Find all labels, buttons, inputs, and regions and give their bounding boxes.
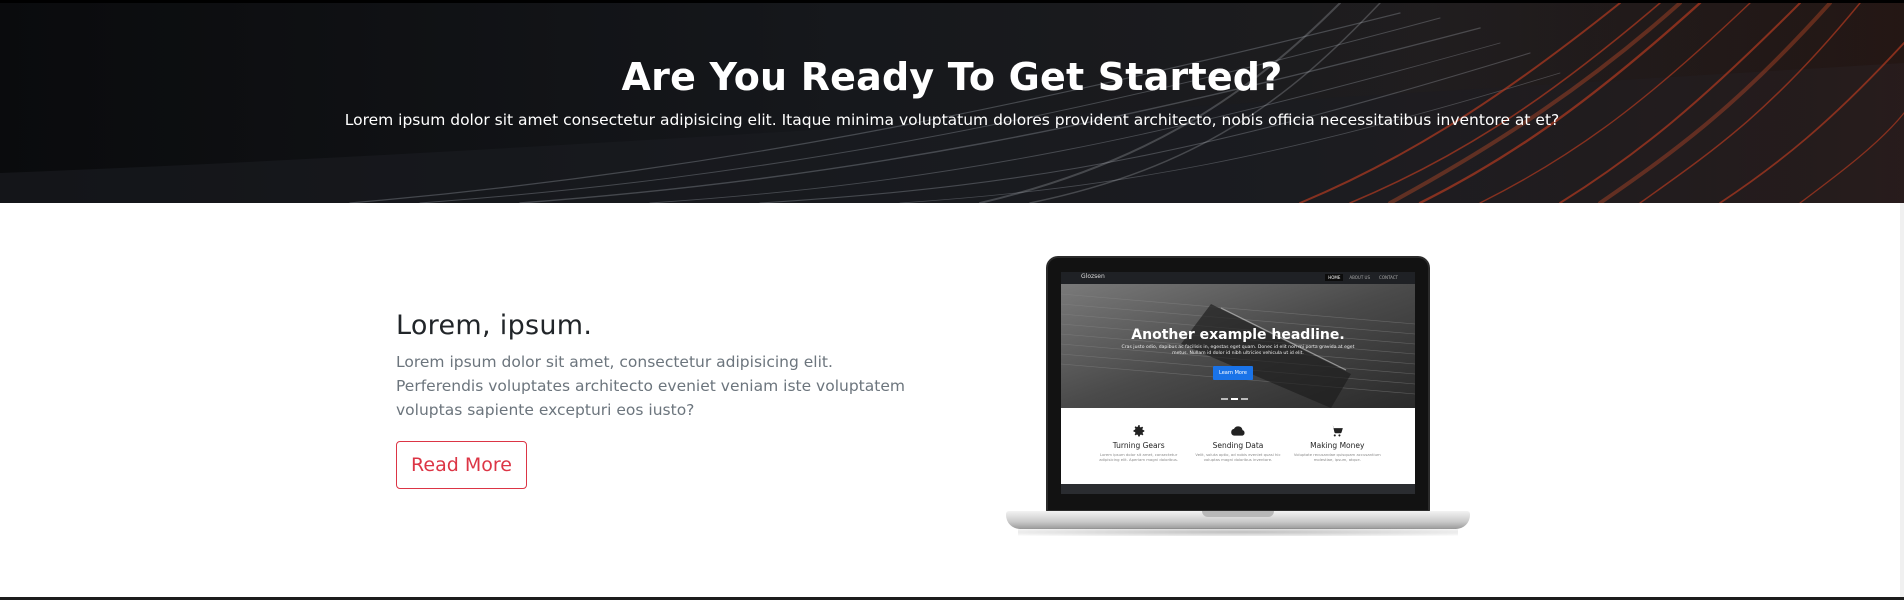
screen-feature-title: Making Money xyxy=(1310,441,1365,450)
screen-nav-about: ABOUT US xyxy=(1349,275,1371,280)
carousel-dot xyxy=(1241,398,1248,400)
screen-feature-text: Lorem ipsum dolor sit amet, consectetur … xyxy=(1099,452,1179,462)
screen-subtext: Cras justo odio, dapibus ac facilisis in… xyxy=(1121,345,1355,356)
read-more-button[interactable]: Read More xyxy=(396,441,527,489)
laptop-base xyxy=(1006,511,1470,529)
screen-navbar: Glozsen HOME ABOUT US CONTACT xyxy=(1061,272,1415,284)
screen-footer xyxy=(1061,484,1415,494)
screen-feature-title: Sending Data xyxy=(1212,441,1264,450)
laptop-mockup: Glozsen HOME ABOUT US CONTACT Another ex… xyxy=(1006,256,1470,546)
cta-subtitle: Lorem ipsum dolor sit amet consectetur a… xyxy=(344,111,1560,129)
cart-icon xyxy=(1292,424,1382,438)
screen-feature-data: Sending Data Velit, soluta optio, ad nob… xyxy=(1193,408,1283,484)
screen-brand: Glozsen xyxy=(1081,273,1105,280)
screen-nav-contact: CONTACT xyxy=(1379,275,1398,280)
carousel-dot-active xyxy=(1231,398,1238,400)
screen-feature-gears: Turning Gears Lorem ipsum dolor sit amet… xyxy=(1094,408,1184,484)
feature-body: Lorem ipsum dolor sit amet, consectetur … xyxy=(396,353,905,419)
feature-heading: Lorem, ipsum. xyxy=(396,310,593,341)
screen-features: Turning Gears Lorem ipsum dolor sit amet… xyxy=(1061,408,1415,484)
laptop-screen: Glozsen HOME ABOUT US CONTACT Another ex… xyxy=(1061,272,1415,494)
screen-nav-links: HOME ABOUT US CONTACT xyxy=(1325,274,1401,281)
screen-feature-money: Making Money Voluptate recusandae quisqu… xyxy=(1292,408,1382,484)
screen-hero: Another example headline. Cras justo odi… xyxy=(1061,284,1415,408)
gear-icon xyxy=(1094,424,1184,438)
laptop-shadow xyxy=(1018,528,1458,536)
screen-feature-text: Voluptate recusandae quisquam accusantiu… xyxy=(1293,452,1381,462)
cloud-icon xyxy=(1193,424,1283,438)
screen-nav-home: HOME xyxy=(1325,274,1344,281)
screen-feature-title: Turning Gears xyxy=(1112,441,1165,450)
cta-banner: Are You Ready To Get Started? Lorem ipsu… xyxy=(0,0,1904,203)
laptop-base-notch xyxy=(1202,511,1274,517)
carousel-dot xyxy=(1221,398,1228,400)
screen-feature-text: Velit, soluta optio, ad nobis eveniet qu… xyxy=(1195,452,1281,462)
feature-text-block: Lorem, ipsum. Lorem ipsum dolor sit amet… xyxy=(396,310,916,422)
screen-carousel-indicators xyxy=(1221,398,1248,400)
screen-learn-more-button: Learn More xyxy=(1213,366,1253,380)
cta-title: Are You Ready To Get Started? xyxy=(621,55,1283,99)
screen-headline: Another example headline. xyxy=(1131,327,1345,343)
laptop-lid: Glozsen HOME ABOUT US CONTACT Another ex… xyxy=(1046,256,1430,512)
cta-content: Are You Ready To Get Started? Lorem ipsu… xyxy=(0,3,1904,203)
page-scroll-edge xyxy=(1900,203,1904,597)
